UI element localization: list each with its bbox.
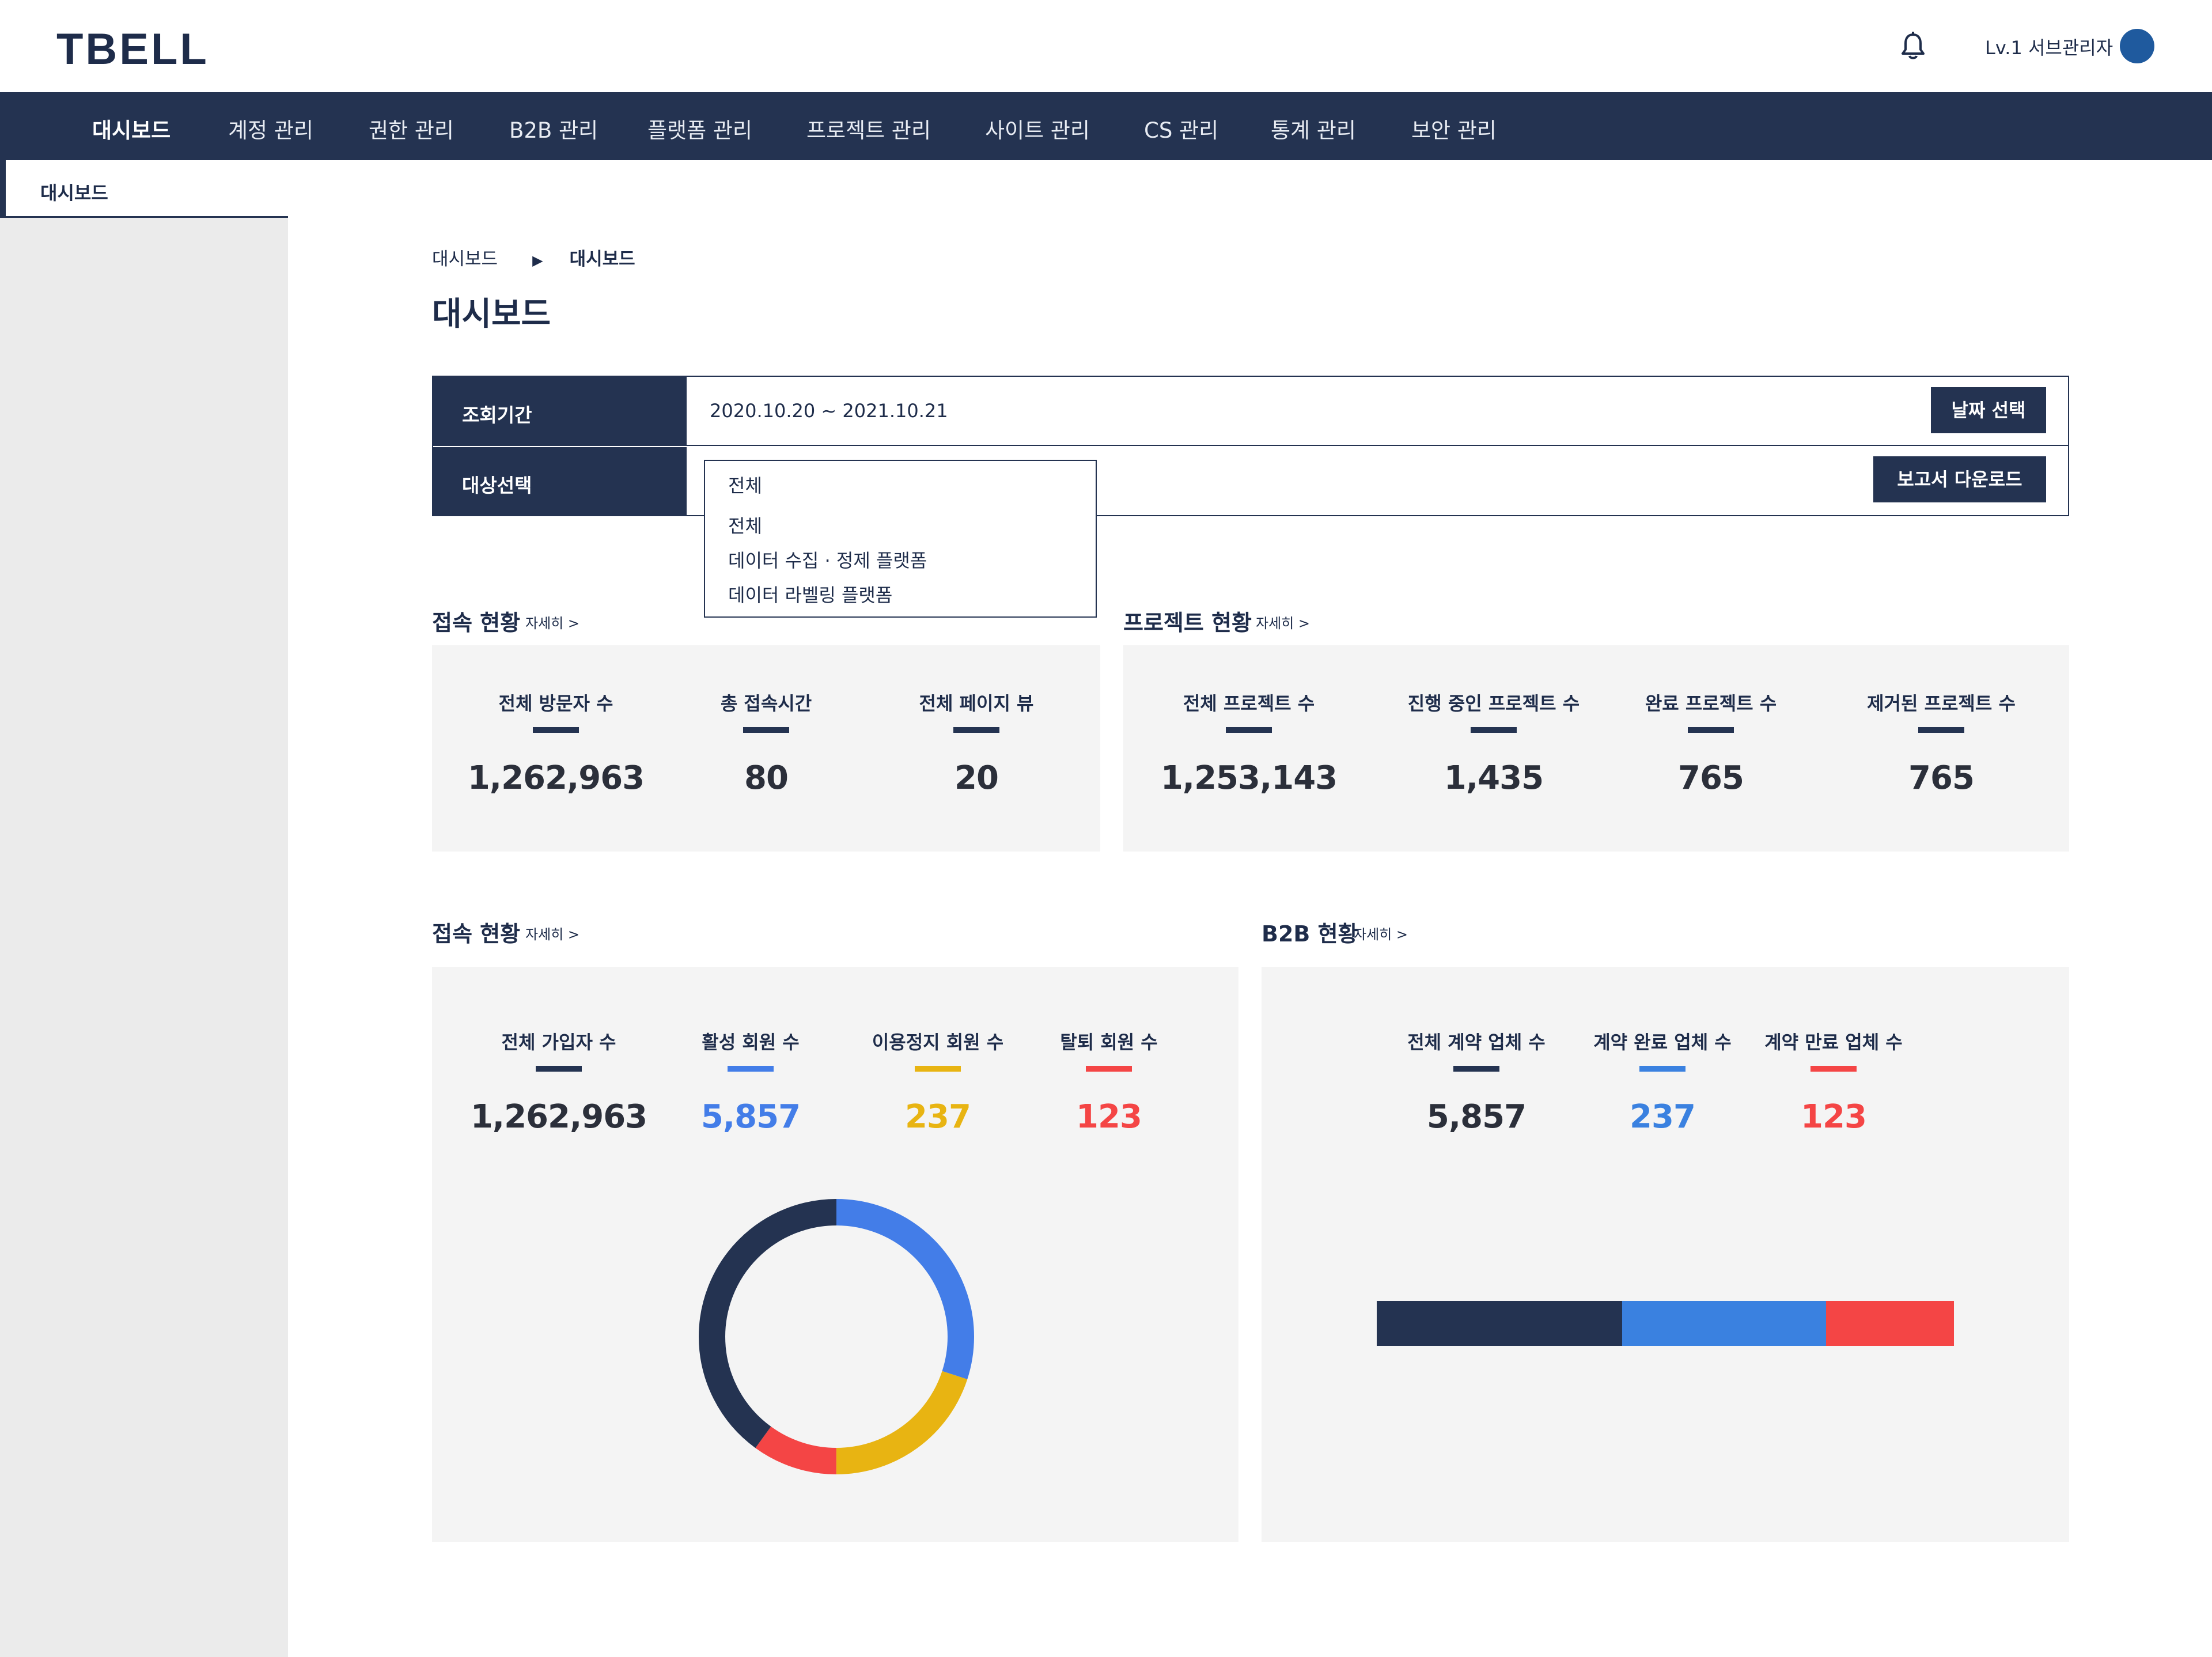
nav-item-cs[interactable]: CS 관리 xyxy=(1144,113,1218,144)
stat-value: 237 xyxy=(1630,1098,1696,1136)
breadcrumb-parent[interactable]: 대시보드 xyxy=(432,249,498,270)
stat-bar xyxy=(1471,727,1517,733)
breadcrumb-current: 대시보드 xyxy=(569,249,635,270)
nav-item-dashboard[interactable]: 대시보드 xyxy=(92,113,171,144)
filter-table: 조회기간 2020.10.20 ~ 2021.10.21 날짜 선택 대상선택 … xyxy=(432,376,2069,516)
member-panel: 전체 가입자 수 1,262,963 활성 회원 수 5,857 이용정지 회원… xyxy=(432,967,1238,1542)
stat-value: 5,857 xyxy=(700,1098,801,1136)
access-more-link[interactable]: 자세히 > xyxy=(525,612,579,632)
nav-item-site[interactable]: 사이트 관리 xyxy=(985,113,1090,144)
breadcrumb: 대시보드 ▶ 대시보드 xyxy=(432,244,635,270)
stat-label: 전체 방문자 수 xyxy=(498,693,613,714)
top-header: TBELL Lv.1 서브관리자 xyxy=(0,0,2212,92)
sidebar: 대시보드 xyxy=(0,160,288,1657)
stat-label: 전체 가입자 수 xyxy=(501,1031,616,1053)
dropdown-option-labeling[interactable]: 데이터 라벨링 플랫폼 xyxy=(728,581,892,607)
dropdown-option-all[interactable]: 전체 xyxy=(728,512,762,538)
stat-label: 활성 회원 수 xyxy=(702,1031,800,1053)
stat-label: 탈퇴 회원 수 xyxy=(1060,1031,1158,1053)
stat-label: 계약 완료 업체 수 xyxy=(1593,1031,1732,1053)
stat-bar xyxy=(536,1066,582,1072)
stat-label: 계약 만료 업체 수 xyxy=(1764,1031,1903,1053)
nav-item-permission[interactable]: 권한 관리 xyxy=(369,113,454,144)
member-section-title: 접속 현황 xyxy=(432,921,521,947)
stat-value: 123 xyxy=(1076,1098,1142,1136)
nav-item-b2b[interactable]: B2B 관리 xyxy=(509,113,598,144)
stat-value: 765 xyxy=(1908,759,1975,797)
nav-item-project[interactable]: 프로젝트 관리 xyxy=(806,113,931,144)
member-donut-chart xyxy=(699,1199,974,1474)
stat-label: 이용정지 회원 수 xyxy=(872,1031,1004,1053)
stat-label: 전체 계약 업체 수 xyxy=(1407,1031,1546,1053)
stat-value: 1,435 xyxy=(1444,759,1544,797)
stat-bar xyxy=(1086,1066,1132,1072)
b2b-section-title: B2B 현황 xyxy=(1262,921,1358,947)
stat-value: 1,262,963 xyxy=(467,759,645,797)
main-nav: 대시보드 계정 관리 권한 관리 B2B 관리 플랫폼 관리 프로젝트 관리 사… xyxy=(0,92,2212,160)
breadcrumb-separator-icon: ▶ xyxy=(532,252,543,268)
stat-bar xyxy=(1688,727,1734,733)
nav-item-platform[interactable]: 플랫폼 관리 xyxy=(647,113,752,144)
stat-value: 1,253,143 xyxy=(1160,759,1338,797)
access-section-title: 접속 현황 xyxy=(432,610,521,635)
stat-value: 765 xyxy=(1678,759,1744,797)
stat-bar xyxy=(915,1066,961,1072)
dropdown-option-collection[interactable]: 데이터 수집 · 정제 플랫폼 xyxy=(728,546,927,573)
stat-bar xyxy=(953,727,999,733)
bell-icon[interactable] xyxy=(1900,31,1926,61)
stat-value: 20 xyxy=(955,759,999,797)
access-panel: 전체 방문자 수 1,262,963 총 접속시간 80 전체 페이지 뷰 20 xyxy=(432,645,1100,852)
stat-bar xyxy=(1918,727,1964,733)
stat-value: 123 xyxy=(1801,1098,1867,1136)
page-title: 대시보드 xyxy=(432,296,551,333)
stat-bar xyxy=(1639,1066,1685,1072)
stacked-bar-segment-0 xyxy=(1377,1301,1622,1346)
project-section-title: 프로젝트 현황 xyxy=(1123,610,1252,635)
stacked-bar-segment-2 xyxy=(1825,1301,1954,1346)
stacked-bar-segment-1 xyxy=(1622,1301,1826,1346)
period-value: 2020.10.20 ~ 2021.10.21 xyxy=(710,400,948,422)
sidebar-item-label: 대시보드 xyxy=(40,182,108,204)
report-download-button[interactable]: 보고서 다운로드 xyxy=(1873,456,2046,502)
stat-label: 완료 프로젝트 수 xyxy=(1645,693,1777,714)
avatar[interactable] xyxy=(2120,29,2154,63)
stat-label: 총 접속시간 xyxy=(720,693,812,714)
b2b-more-link[interactable]: 자세히 > xyxy=(1354,923,1408,943)
stat-value: 1,262,963 xyxy=(470,1098,647,1136)
stat-label: 제거된 프로젝트 수 xyxy=(1867,693,2016,714)
logo[interactable]: TBELL xyxy=(56,24,209,74)
user-level-label[interactable]: Lv.1 서브관리자 xyxy=(1985,33,2113,60)
stat-bar xyxy=(1226,727,1272,733)
sidebar-item-dashboard[interactable]: 대시보드 xyxy=(0,160,288,218)
stat-label: 전체 페이지 뷰 xyxy=(919,693,1034,714)
dropdown-selected-value[interactable]: 전체 xyxy=(728,471,762,498)
period-row: 조회기간 2020.10.20 ~ 2021.10.21 날짜 선택 xyxy=(433,377,2068,446)
stat-bar xyxy=(533,727,579,733)
stat-value: 237 xyxy=(905,1098,971,1136)
date-select-button[interactable]: 날짜 선택 xyxy=(1931,387,2046,433)
stat-bar xyxy=(728,1066,774,1072)
target-row: 대상선택 보고서 다운로드 xyxy=(433,447,2068,516)
nav-item-security[interactable]: 보안 관리 xyxy=(1411,113,1497,144)
stat-value: 80 xyxy=(744,759,789,797)
b2b-stacked-bar-chart xyxy=(1377,1301,1954,1346)
stat-bar xyxy=(1453,1066,1499,1072)
stat-value: 5,857 xyxy=(1426,1098,1527,1136)
stat-bar xyxy=(743,727,789,733)
stat-label: 전체 프로젝트 수 xyxy=(1183,693,1315,714)
project-panel: 전체 프로젝트 수 1,253,143 진행 중인 프로젝트 수 1,435 완… xyxy=(1123,645,2069,852)
target-label: 대상선택 xyxy=(433,447,687,516)
stat-label: 진행 중인 프로젝트 수 xyxy=(1407,693,1580,714)
target-dropdown[interactable]: 전체 전체 데이터 수집 · 정제 플랫폼 데이터 라벨링 플랫폼 xyxy=(704,460,1097,618)
b2b-panel: 전체 계약 업체 수 5,857 계약 완료 업체 수 237 계약 만료 업체… xyxy=(1262,967,2069,1542)
nav-item-statistics[interactable]: 통계 관리 xyxy=(1271,113,1356,144)
member-more-link[interactable]: 자세히 > xyxy=(525,923,579,943)
period-label: 조회기간 xyxy=(433,377,687,445)
stat-bar xyxy=(1810,1066,1857,1072)
project-more-link[interactable]: 자세히 > xyxy=(1256,612,1310,632)
nav-item-account[interactable]: 계정 관리 xyxy=(228,113,313,144)
